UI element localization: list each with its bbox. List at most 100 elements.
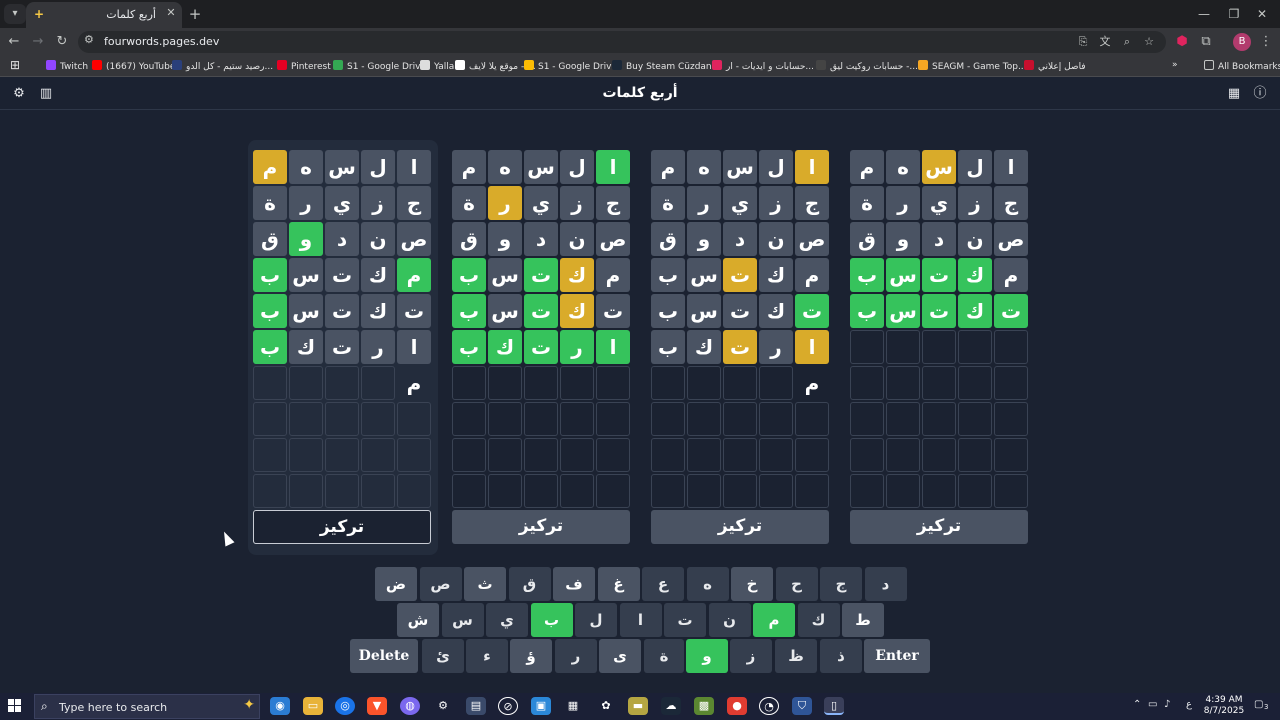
keyboard-key[interactable]: س bbox=[441, 603, 484, 637]
desktop-app-icon[interactable]: ▣ bbox=[531, 697, 551, 715]
keyboard-key[interactable]: ض bbox=[375, 567, 417, 601]
windows-start-icon[interactable] bbox=[8, 699, 22, 713]
keyboard-key[interactable]: ح bbox=[775, 567, 818, 601]
forward-arrow-icon[interactable]: → bbox=[28, 32, 48, 52]
keyboard-key[interactable]: ث bbox=[464, 567, 506, 601]
keyboard-key[interactable]: ف bbox=[553, 567, 595, 601]
profile-avatar[interactable]: B bbox=[1233, 33, 1251, 51]
keyboard-key[interactable]: ط bbox=[842, 603, 884, 637]
back-arrow-icon[interactable]: ← bbox=[4, 32, 24, 52]
calculator-app-icon[interactable]: ▦ bbox=[563, 697, 583, 715]
address-bar[interactable]: ⚙ fourwords.pages.dev ⎘ 文 ⌕ ☆ bbox=[78, 31, 1166, 53]
translate-icon[interactable]: 文 bbox=[1096, 33, 1114, 51]
apps-grid-icon[interactable]: ⊞ bbox=[10, 58, 20, 72]
discord-app-icon[interactable]: ◍ bbox=[400, 697, 420, 715]
brave-app-icon[interactable]: ▼ bbox=[367, 697, 387, 715]
bookmark-item[interactable]: S1 - Google Drive bbox=[333, 60, 426, 72]
keyboard-key[interactable]: ء bbox=[466, 639, 508, 673]
focus-button[interactable]: تركيز bbox=[651, 510, 829, 544]
taskbar-search-box[interactable]: ⌕ Type here to search ✦ bbox=[34, 694, 260, 719]
bookmark-item[interactable]: Pinterest bbox=[277, 60, 331, 72]
focus-button[interactable]: تركيز bbox=[452, 510, 630, 544]
word-board-4[interactable]: م ه س ل ا ة ر ي ز ج ق و د ن ص ب س ت ك م ب س ت ك ت تركيز bbox=[845, 140, 1035, 555]
keyboard-key[interactable]: ك bbox=[797, 603, 840, 637]
keyboard-key[interactable]: ظ bbox=[775, 639, 817, 673]
steam-app-icon[interactable]: ⚙ bbox=[433, 697, 453, 715]
url-text[interactable]: fourwords.pages.dev bbox=[104, 35, 219, 48]
word-board-3[interactable]: م ه س ل ا ة ر ي ز ج ق و د ن ص ب س ت ك م ب س ت ك ت ب ك ت ر ا م تركيز bbox=[646, 140, 836, 555]
bookmark-item[interactable]: SEAGM - Game Top... bbox=[918, 60, 1027, 72]
notifications-icon[interactable]: ▢ bbox=[1254, 699, 1263, 710]
keyboard-key[interactable]: ا bbox=[619, 603, 662, 637]
delete-key[interactable]: Delete bbox=[350, 639, 418, 673]
restore-button[interactable]: ❐ bbox=[1222, 4, 1246, 24]
keyboard-key[interactable]: ب bbox=[530, 603, 573, 637]
keyboard-key[interactable]: ز bbox=[730, 639, 772, 673]
keyboard-key[interactable]: ت bbox=[664, 603, 706, 637]
copilot-app-icon[interactable]: ◉ bbox=[270, 697, 290, 715]
bookmark-item[interactable]: حسابات روكيت ليق -... bbox=[816, 60, 918, 72]
close-window-button[interactable]: ✕ bbox=[1250, 4, 1274, 24]
browser-menu-icon[interactable]: ⋮ bbox=[1256, 32, 1276, 52]
site-info-icon[interactable]: ⚙ bbox=[84, 33, 94, 46]
more-bookmarks-button[interactable]: » bbox=[1172, 60, 1178, 70]
keyboard-key[interactable]: ى bbox=[599, 639, 641, 673]
steam-client-icon[interactable]: ☁ bbox=[661, 697, 681, 715]
zoom-icon[interactable]: ⌕ bbox=[1118, 33, 1136, 51]
keyboard-key[interactable]: ن bbox=[708, 603, 751, 637]
keyboard-key[interactable]: ئ bbox=[422, 639, 464, 673]
bookmark-item[interactable]: (1667) YouTube bbox=[92, 60, 175, 72]
all-bookmarks-button[interactable]: All Bookmarks bbox=[1204, 60, 1280, 72]
bookmark-item[interactable]: رصيد ستيم - كل الدو... bbox=[172, 60, 273, 72]
keyboard-key[interactable]: ش bbox=[397, 603, 439, 637]
input-language[interactable]: ع bbox=[1186, 699, 1192, 710]
store-app-icon[interactable]: ▤ bbox=[466, 697, 486, 715]
bookmark-item[interactable]: Yalla bbox=[420, 60, 454, 72]
word-board-2[interactable]: م ه س ل ا ة ر ي ز ج ق و د ن ص ب س ت ك م ب س ت ك ت ب ك ت ر ا تركيز bbox=[447, 140, 637, 555]
keyboard-key[interactable]: ه bbox=[686, 567, 729, 601]
install-app-icon[interactable]: ⎘ bbox=[1074, 33, 1092, 51]
network-icon[interactable]: ▭ bbox=[1148, 699, 1157, 710]
speed-app-icon[interactable]: ◔ bbox=[759, 697, 779, 715]
bookmark-item[interactable]: S1 - Google Drive bbox=[524, 60, 617, 72]
active-app-icon[interactable]: ▯ bbox=[824, 697, 844, 715]
active-tab[interactable]: + أربع كلمات ✕ bbox=[26, 2, 182, 28]
chrome-app-icon[interactable]: ◎ bbox=[335, 697, 355, 715]
new-tab-button[interactable]: + bbox=[186, 5, 204, 23]
keyboard-key[interactable]: د bbox=[864, 567, 907, 601]
shield-app-icon[interactable]: ⛉ bbox=[792, 697, 812, 715]
keyboard-key[interactable]: م bbox=[753, 603, 795, 637]
extension-icon[interactable]: ⬢ bbox=[1172, 32, 1192, 52]
keyboard-key[interactable]: ر bbox=[555, 639, 597, 673]
bookmark-item[interactable]: حسابات و ايديات - ار... bbox=[712, 60, 814, 72]
keyboard-key[interactable]: و bbox=[686, 639, 728, 673]
tray-overflow-icon[interactable]: ⌃ bbox=[1133, 699, 1141, 710]
keyboard-key[interactable]: ق bbox=[508, 567, 551, 601]
keyboard-key[interactable]: ع bbox=[642, 567, 684, 601]
bookmark-star-icon[interactable]: ☆ bbox=[1140, 33, 1158, 51]
steelseries-app-icon[interactable]: ✿ bbox=[596, 697, 616, 715]
tab-close-icon[interactable]: ✕ bbox=[164, 6, 178, 22]
taskbar-clock[interactable]: 4:39 AM 8/7/2025 bbox=[1198, 695, 1250, 717]
reload-icon[interactable]: ↻ bbox=[52, 32, 72, 52]
keyboard-key[interactable]: ص bbox=[419, 567, 462, 601]
focus-button[interactable]: تركيز bbox=[850, 510, 1028, 544]
game-app-icon[interactable]: ▬ bbox=[628, 697, 648, 715]
recorder-app-icon[interactable]: ● bbox=[727, 697, 747, 715]
keyboard-key[interactable]: ة bbox=[644, 639, 684, 673]
focus-button[interactable]: تركيز bbox=[253, 510, 431, 544]
extensions-puzzle-icon[interactable]: ⧉ bbox=[1196, 32, 1216, 52]
info-icon[interactable]: ⓘ bbox=[1251, 85, 1269, 103]
bookmark-item[interactable]: Buy Steam Cüzdan... bbox=[612, 60, 720, 72]
stats-chart-icon[interactable]: ▥ bbox=[37, 85, 55, 103]
enter-key[interactable]: Enter bbox=[864, 639, 930, 673]
bookmark-item[interactable]: فاصل إعلاني bbox=[1024, 60, 1086, 72]
tab-search-button[interactable]: ▾ bbox=[4, 4, 26, 24]
file-explorer-icon[interactable]: ▭ bbox=[303, 697, 323, 715]
minimize-button[interactable]: — bbox=[1192, 4, 1216, 24]
bookmark-item[interactable]: Twitch bbox=[46, 60, 88, 72]
word-board-1[interactable]: م ه س ل ا ة ر ي ز ج ق و د ن ص ب س ت ك م ب س ت ك ت ب ك ت ر ا م تركيز bbox=[248, 140, 438, 555]
calendar-icon[interactable]: ▦ bbox=[1225, 85, 1243, 103]
keyboard-key[interactable]: ؤ bbox=[510, 639, 552, 673]
keyboard-key[interactable]: خ bbox=[731, 567, 773, 601]
